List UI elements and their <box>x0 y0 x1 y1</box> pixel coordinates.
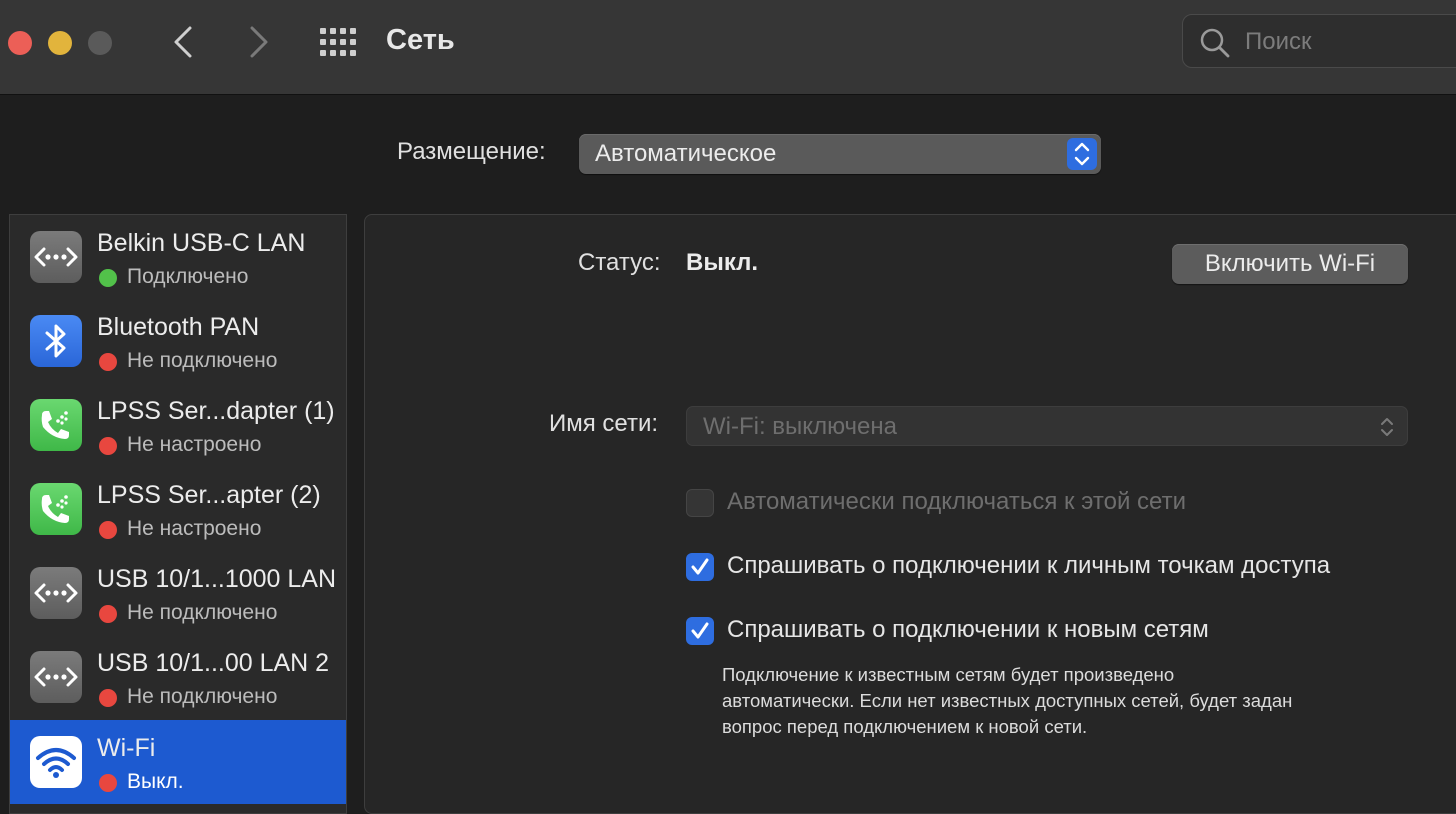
zoom-window-button[interactable] <box>88 31 112 55</box>
status-value: Выкл. <box>686 249 759 276</box>
search-field[interactable] <box>1182 14 1456 68</box>
service-item-lpss-adapter-2[interactable]: LPSS Ser...apter (2) Не настроено <box>10 467 346 551</box>
checkmark-icon <box>691 558 709 575</box>
window-title: Сеть <box>386 24 455 56</box>
status-dot-disconnected <box>99 605 117 623</box>
location-value: Автоматическое <box>595 140 777 167</box>
search-icon <box>1200 28 1230 58</box>
status-label: Статус: <box>578 249 661 276</box>
close-window-button[interactable] <box>8 31 32 55</box>
modem-phone-icon <box>30 483 82 535</box>
chevron-right-icon <box>250 26 268 58</box>
service-item-lpss-adapter-1[interactable]: LPSS Ser...dapter (1) Не настроено <box>10 383 346 467</box>
search-input[interactable] <box>1243 25 1447 59</box>
service-status: Не настроено <box>127 517 262 540</box>
status-dot-not-configured <box>99 437 117 455</box>
minimize-window-button[interactable] <box>48 31 72 55</box>
ask-hotspots-checkbox[interactable] <box>686 553 714 581</box>
service-item-bluetooth-pan[interactable]: Bluetooth PAN Не подключено <box>10 299 346 383</box>
help-note-line: Подключение к известным сетям будет прои… <box>722 664 1175 685</box>
location-label: Размещение: <box>397 138 546 165</box>
status-dot-off <box>99 774 117 792</box>
status-dot-not-configured <box>99 521 117 539</box>
help-note-line: вопрос перед подключением к новой сети. <box>722 716 1088 737</box>
service-item-usb-1000-lan[interactable]: USB 10/1...1000 LAN Не подключено <box>10 551 346 635</box>
help-note-line: автоматически. Если нет известных доступ… <box>722 690 1293 711</box>
chevron-left-icon <box>174 26 192 58</box>
checkmark-icon <box>691 622 709 639</box>
ask-new-networks-checkbox[interactable] <box>686 617 714 645</box>
popup-stepper <box>1067 138 1097 170</box>
help-note: Подключение к известным сетям будет прои… <box>722 662 1422 740</box>
service-status: Выкл. <box>127 770 184 793</box>
service-status: Не настроено <box>127 433 262 456</box>
ethernet-icon <box>30 231 82 283</box>
turn-on-wifi-button[interactable]: Включить Wi-Fi <box>1172 244 1408 284</box>
service-name: LPSS Ser...apter (2) <box>97 481 321 509</box>
service-item-belkin-usb-c-lan[interactable]: Belkin USB-C LAN Подключено <box>10 215 346 299</box>
wifi-icon <box>30 736 82 788</box>
service-name: Wi-Fi <box>97 734 156 762</box>
show-all-button[interactable] <box>319 27 359 57</box>
ask-new-networks-label: Спрашивать о подключении к новым сетям <box>727 616 1209 643</box>
service-name: USB 10/1...1000 LAN <box>97 565 337 593</box>
service-name: LPSS Ser...dapter (1) <box>97 397 335 425</box>
back-button[interactable] <box>166 22 202 62</box>
updown-chevron-icon <box>1381 418 1393 436</box>
ask-hotspots-label: Спрашивать о подключении к личным точкам… <box>727 552 1331 579</box>
network-name-popup[interactable]: Wi-Fi: выключена <box>686 406 1408 446</box>
service-name: Belkin USB-C LAN <box>97 229 306 257</box>
service-status: Не подключено <box>127 685 278 708</box>
service-item-wifi[interactable]: Wi-Fi Выкл. <box>10 720 346 804</box>
ethernet-icon <box>30 651 82 703</box>
service-name: USB 10/1...00 LAN 2 <box>97 649 330 677</box>
updown-chevron-icon <box>1074 142 1090 166</box>
status-dot-connected <box>99 269 117 287</box>
service-status: Не подключено <box>127 349 278 372</box>
network-name-label: Имя сети: <box>549 410 659 437</box>
service-name: Bluetooth PAN <box>97 313 260 341</box>
service-list: Belkin USB-C LAN Подключено Bluetooth PA… <box>9 214 347 814</box>
bluetooth-icon <box>30 315 82 367</box>
service-status: Не подключено <box>127 601 278 624</box>
auto-join-label: Автоматически подключаться к этой сети <box>727 488 1186 515</box>
status-dot-disconnected <box>99 689 117 707</box>
auto-join-checkbox[interactable] <box>686 489 714 517</box>
modem-phone-icon <box>30 399 82 451</box>
ethernet-icon <box>30 567 82 619</box>
network-name-value: Wi-Fi: выключена <box>703 413 898 440</box>
status-dot-disconnected <box>99 353 117 371</box>
forward-button[interactable] <box>240 22 276 62</box>
location-popup[interactable]: Автоматическое <box>579 134 1101 174</box>
title-bar: Сеть <box>0 0 1456 95</box>
service-status: Подключено <box>127 265 249 288</box>
service-item-usb-lan-2[interactable]: USB 10/1...00 LAN 2 Не подключено <box>10 635 346 719</box>
grid-icon <box>320 28 356 56</box>
